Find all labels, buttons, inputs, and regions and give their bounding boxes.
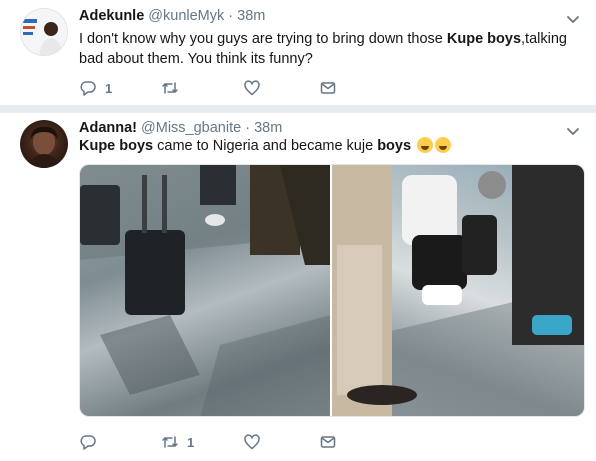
photo-airport-luggage[interactable]	[80, 165, 330, 416]
tweet-text-bold: boys	[377, 138, 412, 154]
retweet-button[interactable]	[161, 79, 187, 97]
tweet-header: Adanna! @Miss_gbanite · 38m	[79, 120, 282, 136]
photo-content	[332, 165, 584, 416]
reply-icon	[80, 435, 96, 450]
timestamp[interactable]: 38m	[237, 8, 265, 24]
retweet-count: 1	[187, 434, 195, 450]
tweet-text-bold: Kupe boys	[446, 31, 522, 47]
tweet-text-part: came to Nigeria and became kuje	[153, 138, 378, 154]
media-grid	[79, 164, 585, 417]
user-handle[interactable]: @kunleMyk	[148, 8, 224, 24]
timestamp[interactable]: 38m	[254, 120, 282, 136]
face-with-tears-of-joy-icon	[417, 137, 434, 153]
reply-count: 1	[105, 80, 113, 96]
like-button[interactable]	[243, 433, 269, 451]
timeline: Adekunle @kunleMyk · 38m I don't know wh…	[0, 0, 596, 461]
retweet-icon	[162, 82, 178, 94]
tweet-text: I don't know why you guys are trying to …	[79, 29, 579, 69]
photo-content	[80, 165, 330, 416]
envelope-icon	[320, 82, 336, 94]
retweet-icon	[162, 436, 178, 448]
avatar[interactable]	[20, 8, 68, 56]
tweet-actions: 1	[79, 433, 379, 451]
avatar-image	[28, 126, 60, 168]
avatar[interactable]	[20, 120, 68, 168]
heart-icon	[244, 80, 260, 96]
tweet[interactable]: Adanna! @Miss_gbanite · 38m Kupe boys ca…	[0, 113, 596, 461]
face-with-tears-of-joy-icon	[435, 137, 452, 153]
chevron-down-icon[interactable]	[566, 12, 580, 26]
reply-button[interactable]	[79, 433, 105, 451]
tweet-text-part: I don't know why you guys are trying to …	[79, 31, 447, 47]
direct-message-button[interactable]	[319, 79, 337, 97]
separator-dot: ·	[228, 8, 234, 24]
direct-message-button[interactable]	[319, 433, 337, 451]
user-handle[interactable]: @Miss_gbanite	[141, 120, 241, 136]
retweet-button[interactable]: 1	[161, 433, 194, 451]
like-button[interactable]	[243, 79, 269, 97]
separator-dot: ·	[245, 120, 251, 136]
envelope-icon	[320, 436, 336, 448]
avatar-image	[21, 9, 67, 55]
tweet[interactable]: Adekunle @kunleMyk · 38m I don't know wh…	[0, 0, 596, 106]
tweet-header: Adekunle @kunleMyk · 38m	[79, 8, 265, 24]
display-name[interactable]: Adekunle	[79, 8, 144, 24]
tweet-text-bold: Kupe boys	[79, 138, 154, 154]
photo-people-sitting-floor[interactable]	[332, 165, 584, 416]
reply-button[interactable]: 1	[79, 79, 112, 97]
reply-icon	[80, 81, 96, 96]
display-name[interactable]: Adanna!	[79, 120, 137, 136]
heart-icon	[244, 434, 260, 450]
tweet-divider	[0, 106, 596, 113]
tweet-text: Kupe boys came to Nigeria and became kuj…	[79, 136, 579, 156]
tweet-actions: 1	[79, 79, 379, 97]
